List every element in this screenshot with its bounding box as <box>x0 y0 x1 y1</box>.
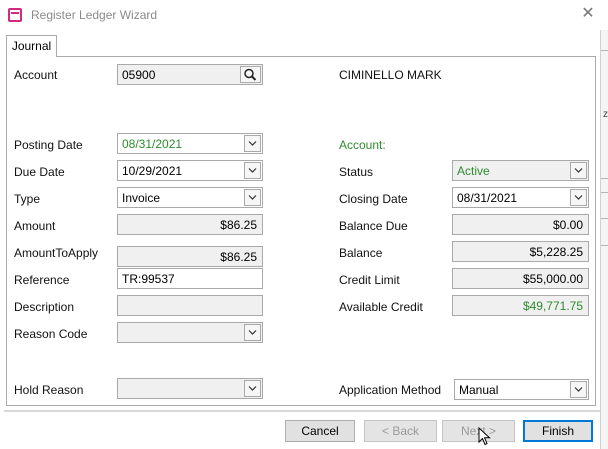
title-bar: Register Ledger Wizard ✕ <box>0 0 608 30</box>
tab-journal[interactable]: Journal <box>6 35 57 57</box>
application-method-select[interactable]: Manual <box>454 379 589 400</box>
description-label: Description <box>14 300 75 314</box>
balance-due-value: $0.00 <box>552 218 583 232</box>
closing-date-dropdown-button[interactable] <box>570 189 587 206</box>
balance-value: $5,228.25 <box>529 245 583 259</box>
chevron-down-icon <box>248 330 257 335</box>
reason-code-label: Reason Code <box>14 327 88 341</box>
finish-button[interactable]: Finish <box>523 420 593 442</box>
credit-limit-label: Credit Limit <box>339 273 400 287</box>
balance-label: Balance <box>339 246 383 260</box>
amount-to-apply-value: $86.25 <box>220 250 257 264</box>
closing-date-label: Closing Date <box>339 192 408 206</box>
footer-separator <box>4 410 600 412</box>
due-date-picker[interactable]: 10/29/2021 <box>117 160 263 181</box>
chevron-down-icon <box>574 195 583 200</box>
account-field[interactable]: 05900 <box>117 64 263 85</box>
app-icon <box>8 8 22 22</box>
hold-reason-select[interactable] <box>117 378 263 399</box>
chevron-down-icon <box>574 387 583 392</box>
application-method-label: Application Method <box>339 383 442 397</box>
status-label: Status <box>339 165 374 179</box>
account-lookup-button[interactable] <box>240 66 261 83</box>
amount-value: $86.25 <box>220 218 257 232</box>
reference-label: Reference <box>14 273 70 287</box>
amount-to-apply-label: AmountToApply <box>14 246 99 260</box>
balance-due-field: $0.00 <box>452 214 589 235</box>
closing-date-picker[interactable]: 08/31/2021 <box>452 187 589 208</box>
status-dropdown-button[interactable] <box>570 162 587 179</box>
back-button[interactable]: < Back <box>364 420 437 442</box>
posting-date-dropdown-button[interactable] <box>244 135 261 152</box>
status-select[interactable]: Active <box>452 160 589 181</box>
due-date-value: 10/29/2021 <box>122 164 183 178</box>
chevron-down-icon <box>248 168 257 173</box>
reference-value: TR:99537 <box>122 272 175 286</box>
balance-due-label: Balance Due <box>339 219 408 233</box>
posting-date-value: 08/31/2021 <box>122 137 183 151</box>
application-method-value: Manual <box>459 383 499 397</box>
credit-limit-field: $55,000.00 <box>452 268 589 289</box>
available-credit-label: Available Credit <box>339 300 423 314</box>
type-value: Invoice <box>122 191 161 205</box>
type-dropdown-button[interactable] <box>244 189 261 206</box>
chevron-down-icon <box>248 386 257 391</box>
balance-field: $5,228.25 <box>452 241 589 262</box>
hold-reason-dropdown-button[interactable] <box>244 380 261 397</box>
reason-code-select[interactable] <box>117 322 263 343</box>
account-name: CIMINELLO MARK <box>339 68 442 82</box>
search-icon <box>244 68 257 81</box>
posting-date-label: Posting Date <box>14 138 83 152</box>
type-label: Type <box>14 192 41 206</box>
amount-field: $86.25 <box>117 214 263 235</box>
application-method-dropdown-button[interactable] <box>570 381 587 398</box>
amount-label: Amount <box>14 219 56 233</box>
available-credit-field: $49,771.75 <box>452 295 589 316</box>
reference-input[interactable]: TR:99537 <box>117 268 263 289</box>
type-select[interactable]: Invoice <box>117 187 263 208</box>
account-label: Account <box>14 68 58 82</box>
chevron-down-icon <box>248 195 257 200</box>
credit-limit-value: $55,000.00 <box>522 272 583 286</box>
description-input[interactable] <box>117 295 263 316</box>
reason-code-dropdown-button[interactable] <box>244 324 261 341</box>
chevron-down-icon <box>248 141 257 146</box>
chevron-down-icon <box>574 168 583 173</box>
closing-date-value: 08/31/2021 <box>457 191 518 205</box>
posting-date-picker[interactable]: 08/31/2021 <box>117 133 263 154</box>
available-credit-value: $49,771.75 <box>522 299 583 313</box>
hold-reason-label: Hold Reason <box>14 383 84 397</box>
status-value: Active <box>457 164 490 178</box>
mouse-cursor-icon <box>478 427 491 446</box>
account-section-heading: Account: <box>339 138 386 152</box>
due-date-dropdown-button[interactable] <box>244 162 261 179</box>
amount-to-apply-field[interactable]: $86.25 <box>117 246 263 267</box>
close-icon[interactable]: ✕ <box>579 5 597 23</box>
cancel-button[interactable]: Cancel <box>285 420 355 442</box>
account-value: 05900 <box>122 68 156 82</box>
window-title: Register Ledger Wizard <box>31 8 158 22</box>
background-window-strip: z <box>600 30 608 449</box>
due-date-label: Due Date <box>14 165 65 179</box>
